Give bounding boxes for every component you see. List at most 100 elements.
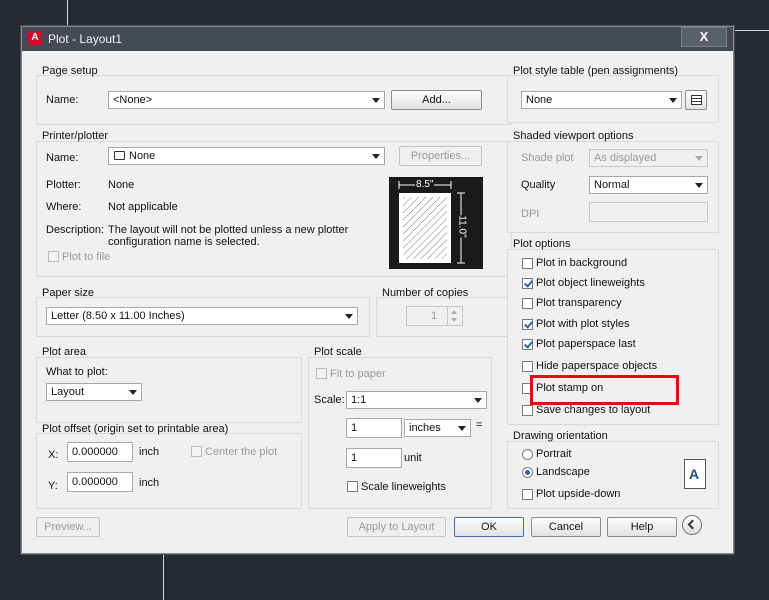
scale-value1-input[interactable]: 1 xyxy=(346,418,402,438)
printer-name-label: Name: xyxy=(46,152,79,164)
what-to-plot-select[interactable]: Layout xyxy=(46,383,142,401)
plot-to-file-label: Plot to file xyxy=(62,251,111,263)
page-setup-name-label: Name: xyxy=(46,94,79,106)
autocad-logo-icon: A xyxy=(28,31,42,45)
chevron-down-icon xyxy=(695,183,703,188)
dpi-label: DPI xyxy=(521,208,540,220)
plotter-value: None xyxy=(108,179,135,191)
plot-in-background-checkbox[interactable] xyxy=(522,258,533,269)
ok-button[interactable]: OK xyxy=(454,517,524,537)
chevron-down-icon xyxy=(345,314,353,319)
chevron-left-icon xyxy=(687,519,698,530)
offset-y-value: 0.000000 xyxy=(72,476,118,488)
plot-transparency-checkbox[interactable] xyxy=(522,298,533,309)
plot-style-label: Plot style table (pen assignments) xyxy=(513,65,679,77)
plot-offset-label: Plot offset (origin set to printable are… xyxy=(42,423,229,435)
shade-plot-select[interactable]: As displayed xyxy=(589,149,708,167)
chevron-down-icon xyxy=(372,154,380,159)
plot-in-background-label: Plot in background xyxy=(536,257,628,269)
apply-to-layout-button[interactable]: Apply to Layout xyxy=(347,517,446,537)
plot-scale-label: Plot scale xyxy=(314,346,362,358)
what-to-plot-label: What to plot: xyxy=(46,366,108,378)
save-changes-to-layout-label: Save changes to layout xyxy=(536,404,651,416)
plot-options-label: Plot options xyxy=(513,238,571,250)
plot-style-select[interactable]: None xyxy=(521,91,682,109)
scale-value: 1:1 xyxy=(351,394,367,406)
scale-value2-input[interactable]: 1 xyxy=(346,448,402,468)
page-setup-name-select[interactable]: <None> xyxy=(108,91,385,109)
background-line-top-vertical xyxy=(67,0,68,26)
copies-spinner[interactable] xyxy=(447,307,462,325)
what-to-plot-value: Layout xyxy=(51,386,85,398)
fit-to-paper-label: Fit to paper xyxy=(330,368,386,380)
description-label: Description: xyxy=(46,224,105,236)
where-label: Where: xyxy=(46,201,82,213)
scale-units-value: inches xyxy=(409,422,441,434)
printer-properties-button[interactable]: Properties... xyxy=(399,146,482,166)
chevron-up-icon xyxy=(451,310,457,314)
edit-table-icon xyxy=(691,95,702,105)
quality-label: Quality xyxy=(521,179,556,191)
scale-select[interactable]: 1:1 xyxy=(346,391,487,409)
printer-name-select[interactable]: None xyxy=(108,147,385,165)
plot-dialog: A Plot - Layout1 X Page setup Name: <Non… xyxy=(21,26,734,554)
scale-value1: 1 xyxy=(351,422,358,434)
plot-to-file-checkbox[interactable] xyxy=(48,251,59,262)
quality-select[interactable]: Normal xyxy=(589,176,708,194)
plot-object-lineweights-checkbox[interactable] xyxy=(522,278,533,289)
chevron-down-icon xyxy=(695,156,703,161)
fit-to-paper-checkbox[interactable] xyxy=(316,368,327,379)
chevron-down-icon xyxy=(372,98,380,103)
shade-plot-label: Shade plot xyxy=(521,152,574,164)
center-plot-checkbox[interactable] xyxy=(191,446,202,457)
description-line-1: The layout will not be plotted unless a … xyxy=(108,224,349,236)
close-button[interactable]: X xyxy=(681,27,727,47)
portrait-label: Portrait xyxy=(536,448,572,460)
shaded-viewport-label: Shaded viewport options xyxy=(513,130,634,142)
scale-units-select[interactable]: inches xyxy=(404,419,471,437)
hide-paperspace-objects-checkbox[interactable] xyxy=(522,361,533,372)
shade-plot-value: As displayed xyxy=(594,152,657,164)
save-changes-to-layout-checkbox[interactable] xyxy=(522,405,533,416)
copies-label: Number of copies xyxy=(382,287,469,299)
offset-y-input[interactable]: 0.000000 xyxy=(67,472,133,492)
scale-unit-label: unit xyxy=(404,452,422,464)
copies-value: 1 xyxy=(431,310,438,322)
scale-label: Scale: xyxy=(314,394,345,406)
cancel-button[interactable]: Cancel xyxy=(531,517,601,537)
plot-upside-down-checkbox[interactable] xyxy=(522,489,533,500)
paper-width-label: 8.5" xyxy=(415,179,435,190)
plot-paperspace-last-checkbox[interactable] xyxy=(522,339,533,350)
plot-style-edit-button[interactable] xyxy=(685,90,707,110)
offset-x-input[interactable]: 0.000000 xyxy=(67,442,133,462)
chevron-down-icon xyxy=(669,98,677,103)
plotter-label: Plotter: xyxy=(46,179,81,191)
quality-value: Normal xyxy=(594,179,630,191)
hide-paperspace-objects-label: Hide paperspace objects xyxy=(536,360,658,372)
landscape-radio[interactable] xyxy=(522,467,533,478)
paper-preview: 8.5" 11.0" xyxy=(389,177,483,269)
plot-paperspace-last-label: Plot paperspace last xyxy=(536,338,636,350)
paper-size-select[interactable]: Letter (8.50 x 11.00 Inches) xyxy=(46,307,358,325)
scale-value2: 1 xyxy=(351,452,358,464)
center-plot-label: Center the plot xyxy=(205,446,278,458)
scale-lineweights-checkbox[interactable] xyxy=(347,481,358,492)
portrait-radio[interactable] xyxy=(522,449,533,460)
orientation-icon-letter: A xyxy=(689,466,700,482)
copies-input[interactable]: 1 xyxy=(406,306,463,326)
page-setup-add-button[interactable]: Add... xyxy=(391,90,482,110)
preview-button[interactable]: Preview... xyxy=(36,517,100,537)
offset-x-unit: inch xyxy=(139,446,160,458)
plot-transparency-label: Plot transparency xyxy=(536,297,622,309)
printer-plotter-label: Printer/plotter xyxy=(42,130,109,142)
collapse-options-button[interactable] xyxy=(682,515,702,535)
plot-with-plot-styles-label: Plot with plot styles xyxy=(536,318,630,330)
highlight-box xyxy=(530,375,679,405)
printer-name-value: None xyxy=(129,150,156,162)
dpi-input[interactable] xyxy=(589,202,708,222)
drawing-orientation-label: Drawing orientation xyxy=(513,430,608,442)
paper-height-label: 11.0" xyxy=(456,215,468,238)
help-button[interactable]: Help xyxy=(607,517,677,537)
plot-with-plot-styles-checkbox[interactable] xyxy=(522,319,533,330)
offset-y-label: Y: xyxy=(48,480,58,492)
